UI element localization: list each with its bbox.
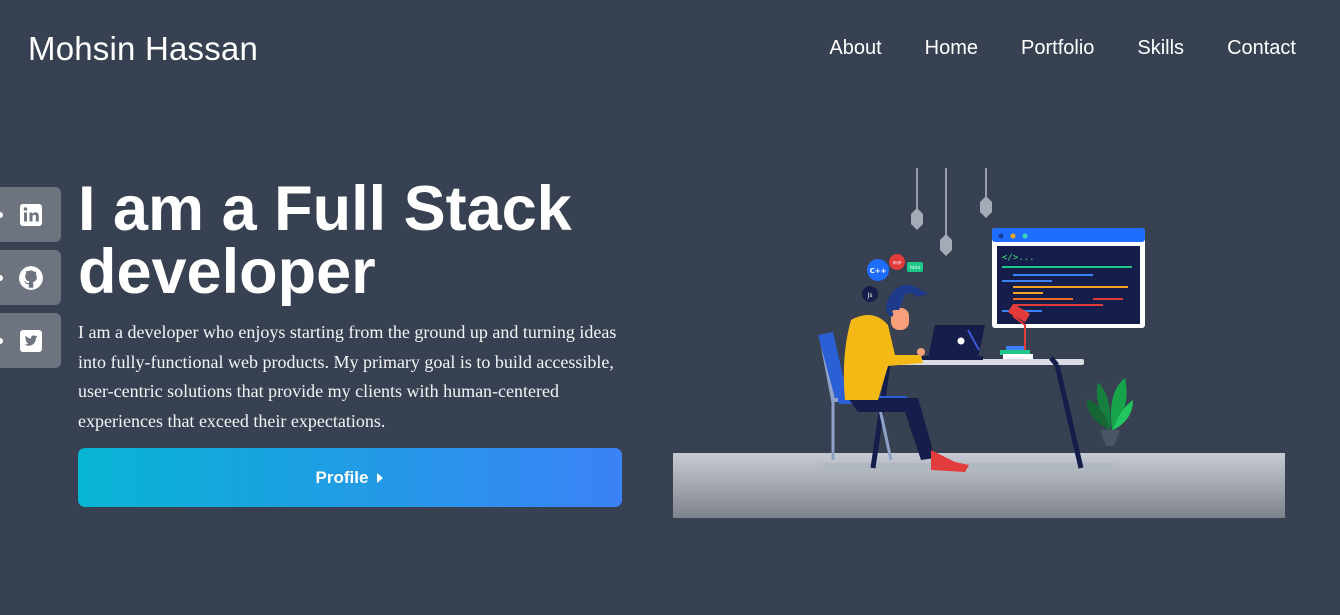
svg-text:html: html <box>910 265 920 271</box>
svg-text:PHP: PHP <box>893 261 902 267</box>
caret-right-icon <box>377 472 384 483</box>
hero-headline: I am a Full Stack developer <box>78 174 572 307</box>
github-button[interactable] <box>0 250 61 305</box>
plant <box>1086 378 1133 446</box>
social-links <box>0 187 61 368</box>
developer-illustration: </>... C++ PHP html Js <box>673 168 1285 518</box>
twitter-button[interactable] <box>0 313 61 368</box>
hanging-lamps <box>911 168 992 256</box>
profile-button-label: Profile <box>315 467 369 487</box>
hero-bio: I am a developer who enjoys starting fro… <box>78 322 617 431</box>
linkedin-button[interactable] <box>0 187 61 242</box>
code-prompt: </>... <box>1002 253 1035 263</box>
nav-home[interactable]: Home <box>925 37 978 60</box>
main-nav: About Home Portfolio Skills Contact <box>829 37 1296 60</box>
twitter-icon <box>19 329 42 352</box>
svg-text:Js: Js <box>867 292 873 299</box>
linkedin-icon <box>19 203 42 226</box>
github-icon <box>18 265 43 290</box>
developer-figure <box>843 284 969 472</box>
svg-text:C++: C++ <box>870 267 887 275</box>
brand-name[interactable]: Mohsin Hassan <box>28 30 258 68</box>
nav-skills[interactable]: Skills <box>1137 37 1184 60</box>
nav-portfolio[interactable]: Portfolio <box>1021 37 1094 60</box>
profile-button[interactable]: Profile <box>78 448 622 507</box>
nav-about[interactable]: About <box>829 37 881 60</box>
nav-contact[interactable]: Contact <box>1227 37 1296 60</box>
